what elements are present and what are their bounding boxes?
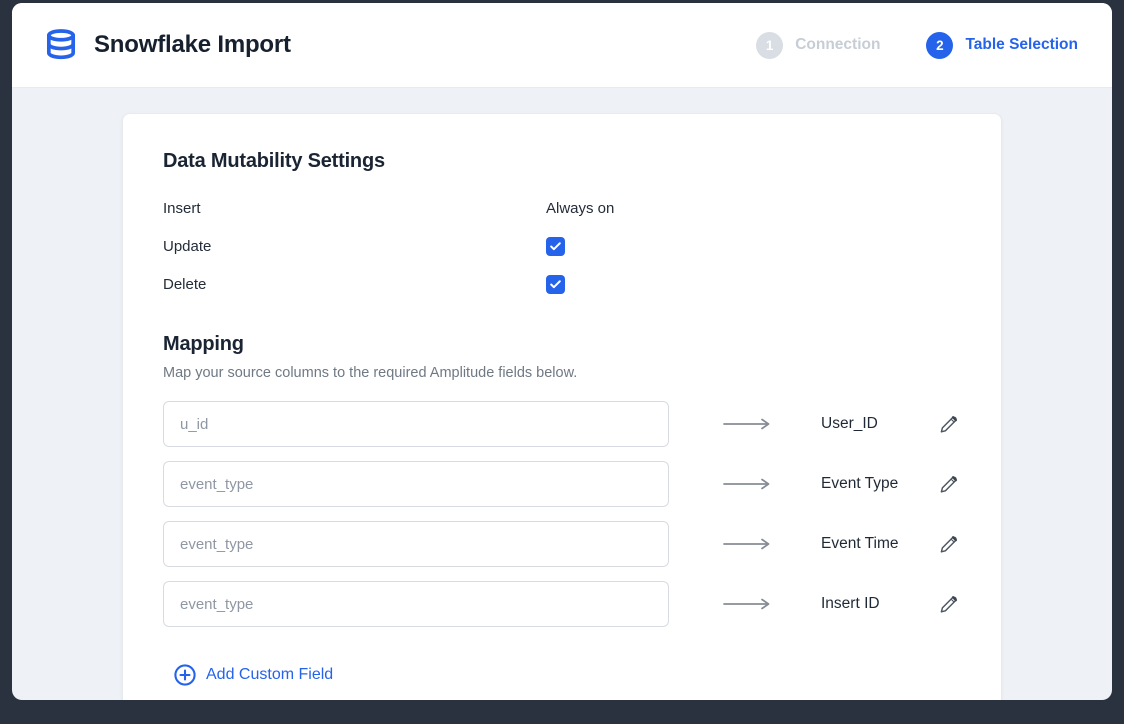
step-table-selection[interactable]: 2 Table Selection (926, 32, 1078, 59)
step-2-label: Table Selection (965, 36, 1078, 54)
pencil-icon (939, 415, 958, 434)
source-column-input-event-time[interactable] (163, 521, 669, 567)
mutability-section-title: Data Mutability Settings (163, 150, 961, 173)
import-dialog: Snowflake Import 1 Connection 2 Table Se… (12, 3, 1112, 700)
right-arrow-icon (723, 418, 771, 430)
wizard-steps: 1 Connection 2 Table Selection (756, 32, 1078, 59)
mapping-row-event-time: Event Time (163, 521, 961, 567)
mapping-row-user-id: User_ID (163, 401, 961, 447)
settings-card: Data Mutability Settings Insert Always o… (122, 113, 1002, 700)
pencil-icon (939, 535, 958, 554)
mutability-row-update: Update (163, 227, 961, 265)
edit-field-button[interactable] (939, 594, 959, 614)
right-arrow-icon (723, 478, 771, 490)
dialog-body: Data Mutability Settings Insert Always o… (12, 88, 1112, 700)
target-field-label: Insert ID (821, 595, 939, 613)
dialog-header: Snowflake Import 1 Connection 2 Table Se… (12, 3, 1112, 88)
source-column-input-user-id[interactable] (163, 401, 669, 447)
step-1-badge: 1 (756, 32, 783, 59)
mapping-row-event-type: Event Type (163, 461, 961, 507)
update-label: Update (163, 238, 546, 255)
mapping-section-title: Mapping (163, 333, 961, 356)
step-1-label: Connection (795, 36, 880, 54)
header-title-group: Snowflake Import (44, 28, 291, 62)
update-checkbox[interactable] (546, 237, 565, 256)
checkmark-icon (549, 278, 562, 291)
target-field-label: Event Time (821, 535, 939, 553)
step-2-badge: 2 (926, 32, 953, 59)
step-connection[interactable]: 1 Connection (756, 32, 880, 59)
page-title: Snowflake Import (94, 31, 291, 59)
add-custom-field-label: Add Custom Field (206, 666, 333, 684)
edit-field-button[interactable] (939, 534, 959, 554)
insert-value: Always on (546, 200, 614, 217)
mapping-row-insert-id: Insert ID (163, 581, 961, 627)
mapping-section: Mapping Map your source columns to the r… (163, 333, 961, 692)
delete-checkbox[interactable] (546, 275, 565, 294)
pencil-icon (939, 595, 958, 614)
source-column-input-event-type[interactable] (163, 461, 669, 507)
target-field-label: Event Type (821, 475, 939, 493)
mutability-row-delete: Delete (163, 265, 961, 303)
right-arrow-icon (723, 538, 771, 550)
database-icon (44, 28, 78, 62)
edit-field-button[interactable] (939, 474, 959, 494)
mapping-rows: User_ID Event Type (163, 401, 961, 627)
plus-circle-icon (173, 663, 197, 687)
checkmark-icon (549, 240, 562, 253)
target-field-label: User_ID (821, 415, 939, 433)
delete-label: Delete (163, 276, 546, 293)
insert-label: Insert (163, 200, 546, 217)
source-column-input-insert-id[interactable] (163, 581, 669, 627)
right-arrow-icon (723, 598, 771, 610)
add-custom-field-button[interactable]: Add Custom Field (173, 663, 333, 687)
mutability-row-insert: Insert Always on (163, 189, 961, 227)
edit-field-button[interactable] (939, 414, 959, 434)
pencil-icon (939, 475, 958, 494)
mutability-rows: Insert Always on Update Delete (163, 189, 961, 303)
mapping-subtitle: Map your source columns to the required … (163, 365, 961, 381)
